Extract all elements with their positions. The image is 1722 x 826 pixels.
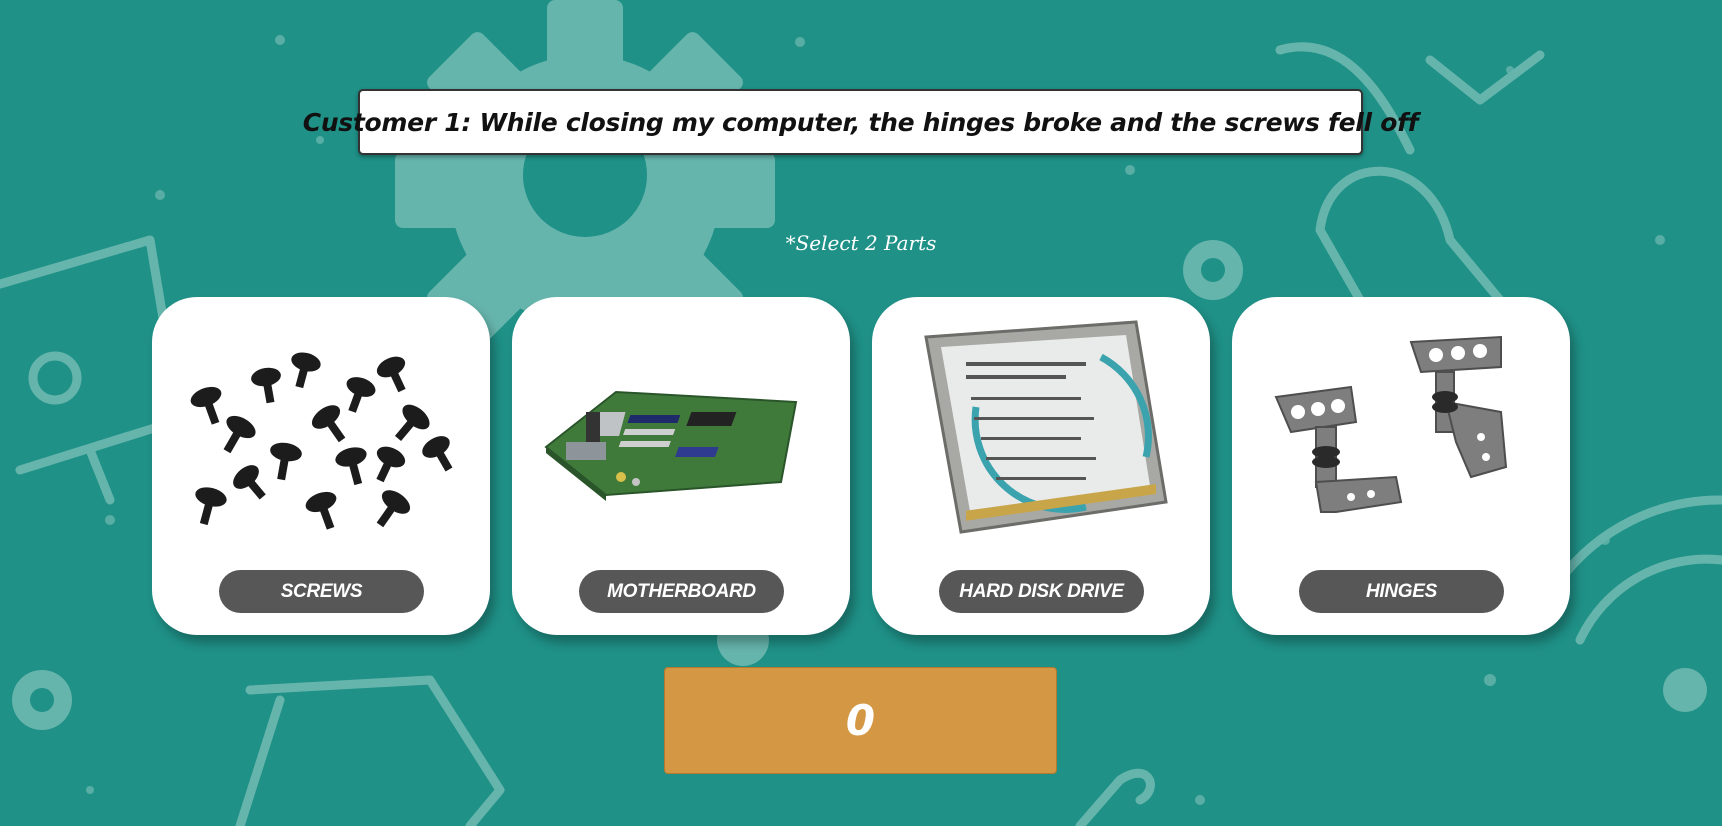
- part-label-screws: SCREWS: [219, 570, 424, 613]
- screws-image: [190, 352, 453, 530]
- part-label-hinges: HINGES: [1299, 570, 1504, 613]
- part-card-hinges[interactable]: HINGES: [1232, 297, 1570, 635]
- part-label-motherboard: MOTHERBOARD: [579, 570, 784, 613]
- motherboard-image: [544, 390, 798, 501]
- part-label-hard-disk-drive: HARD DISK DRIVE: [939, 570, 1144, 613]
- hinges-image: [1274, 335, 1508, 513]
- customer-prompt: Customer 1: While closing my computer, t…: [303, 89, 1419, 155]
- hard-disk-drive-image: [924, 320, 1168, 534]
- part-card-motherboard[interactable]: MOTHERBOARD: [512, 297, 850, 635]
- part-card-screws[interactable]: SCREWS: [152, 297, 490, 635]
- part-card-hard-disk-drive[interactable]: HARD DISK DRIVE: [872, 297, 1210, 635]
- selection-counter[interactable]: 0: [664, 667, 1057, 774]
- selection-hint: *Select 2 Parts: [785, 231, 937, 255]
